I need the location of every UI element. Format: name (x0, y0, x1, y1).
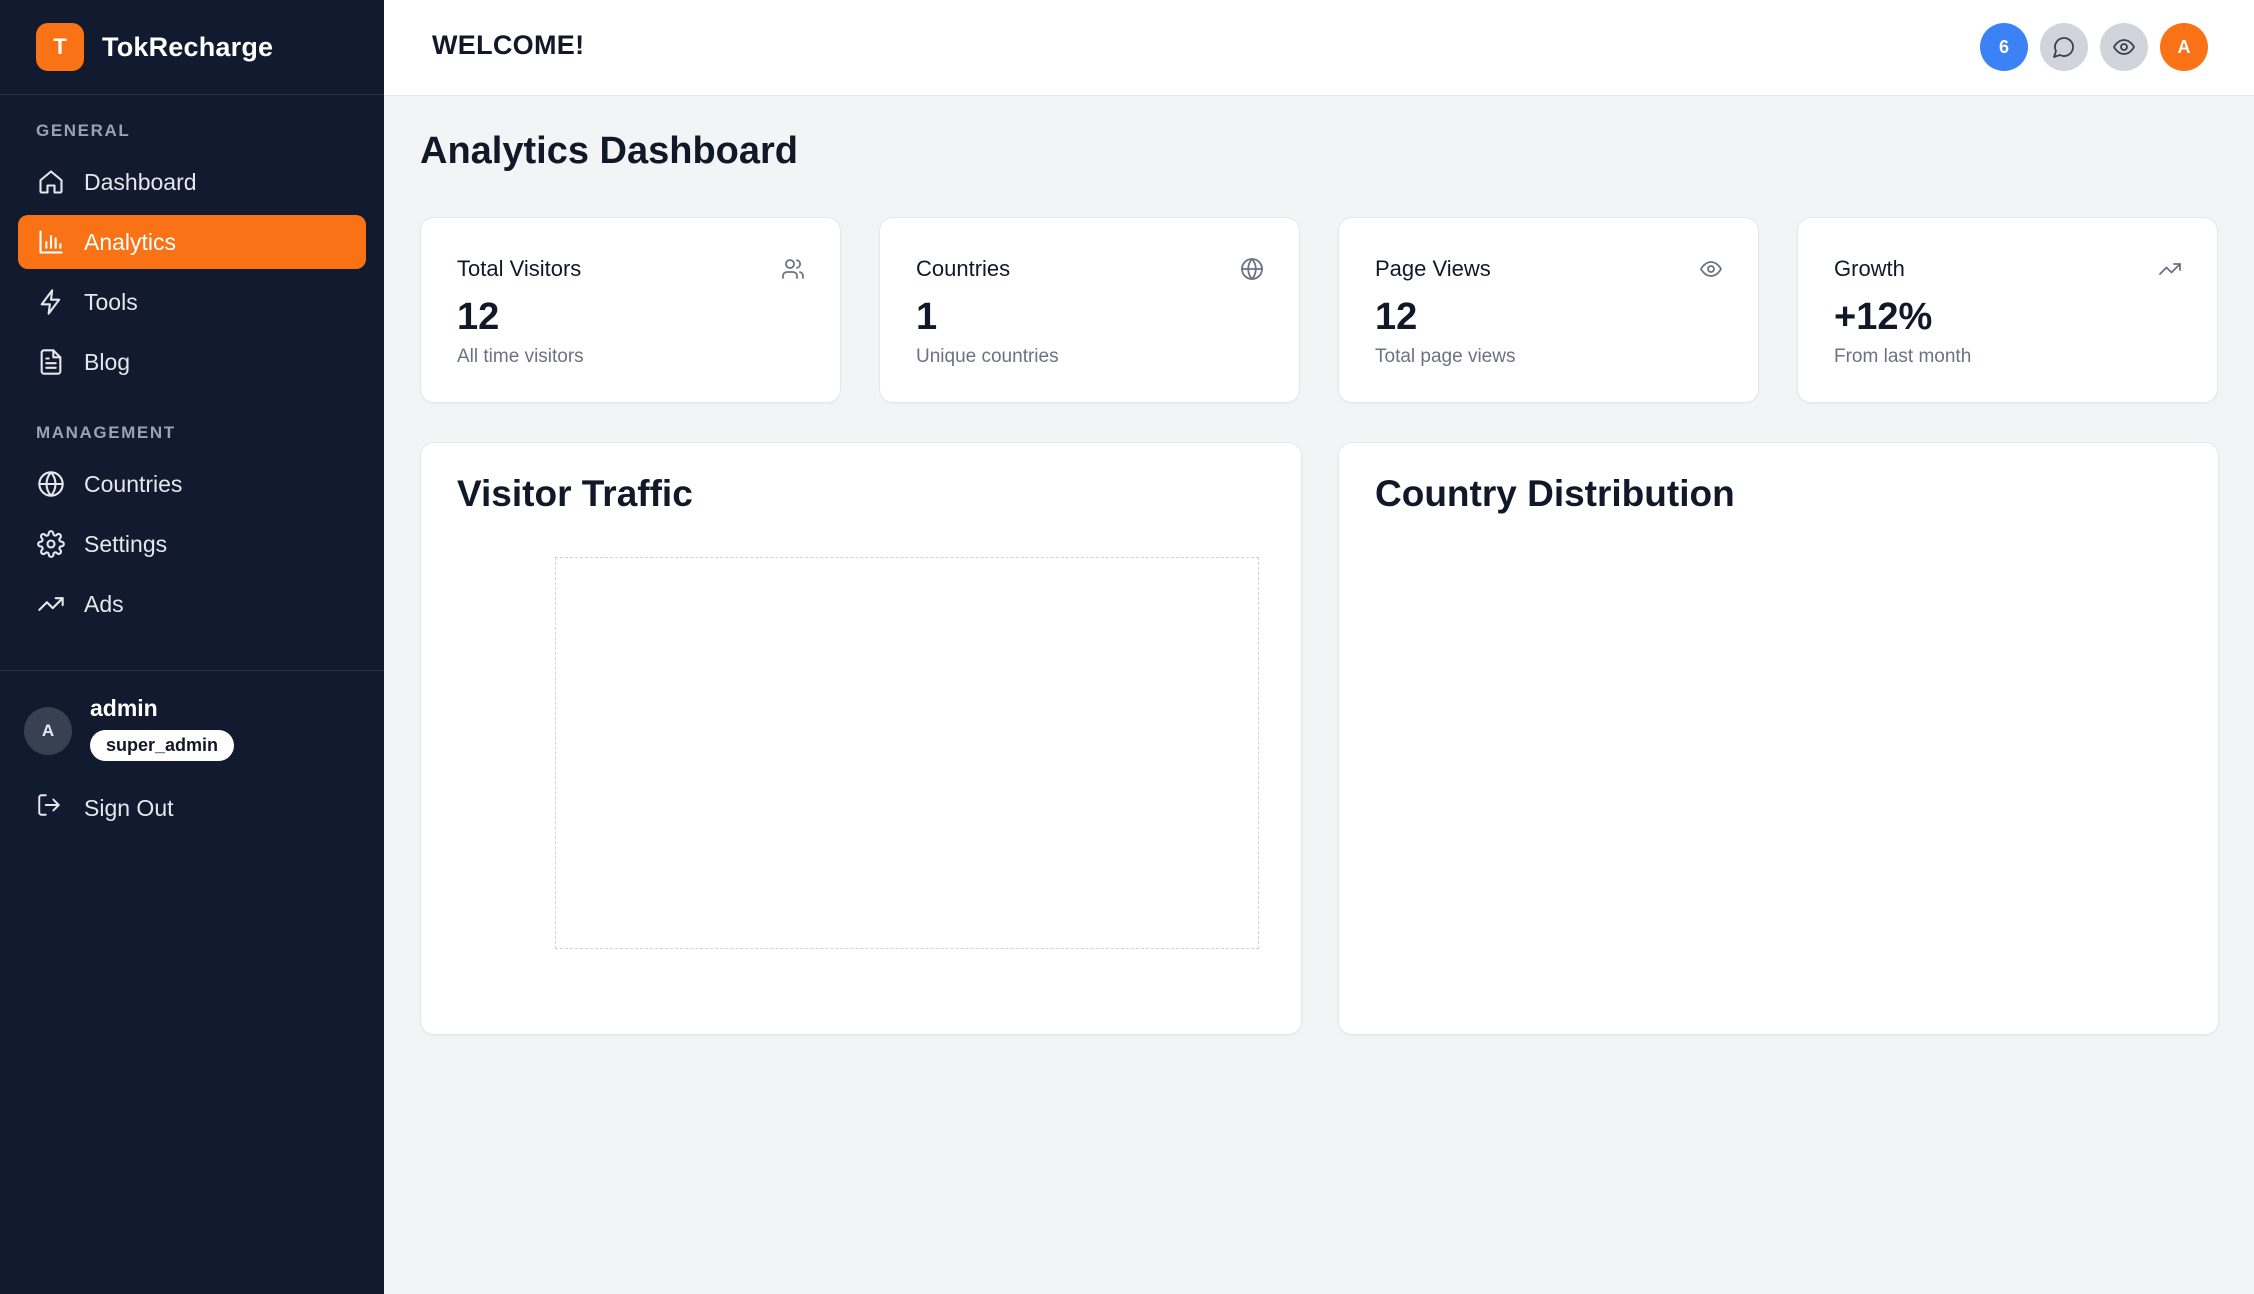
country-distribution-panel: Country Distribution (1338, 442, 2219, 1035)
sidebar-item-label: Blog (84, 348, 131, 375)
home-icon (36, 167, 66, 197)
sidebar-item-settings[interactable]: Settings (18, 517, 366, 571)
stat-value: 12 (457, 296, 500, 338)
eye-icon (1698, 256, 1724, 282)
stat-card-page-views: Page Views 12 Total page views (1338, 217, 1759, 403)
brand-logo[interactable]: T (36, 23, 84, 71)
stat-card-total-visitors: Total Visitors 12 All time visitors (420, 217, 841, 403)
avatar[interactable]: A (24, 707, 72, 755)
eye-icon (2112, 35, 2136, 59)
sign-out-icon (36, 792, 62, 824)
nav-general: Dashboard Analytics Tools Blog (0, 155, 384, 389)
page-title: Analytics Dashboard (420, 130, 798, 172)
sign-out-label: Sign Out (84, 794, 174, 821)
stat-label: Growth (1834, 256, 1905, 281)
user-profile[interactable]: A admin super_admin (24, 695, 235, 761)
stat-label: Countries (916, 256, 1011, 281)
stat-value: 12 (1375, 296, 1418, 338)
stat-value: +12% (1834, 296, 1933, 338)
sidebar-item-dashboard[interactable]: Dashboard (18, 155, 366, 209)
role-badge: super_admin (90, 730, 235, 761)
sidebar-item-label: Countries (84, 470, 183, 497)
messages-button[interactable] (2040, 23, 2088, 71)
stat-subtitle: Total page views (1375, 346, 1516, 367)
panel-title: Country Distribution (1375, 473, 1735, 514)
globe-icon (36, 469, 66, 499)
header-actions: 6 A (1968, 23, 2208, 71)
trending-up-icon (36, 589, 66, 619)
section-label-management: MANAGEMENT (36, 423, 176, 442)
users-icon (780, 256, 806, 282)
top-header: WELCOME! 6 A (384, 0, 2254, 96)
user-info: admin super_admin (90, 695, 235, 761)
visitor-traffic-panel: Visitor Traffic (420, 442, 1302, 1035)
sidebar-item-label: Ads (84, 590, 124, 617)
stat-card-growth: Growth +12% From last month (1797, 217, 2218, 403)
user-avatar-button[interactable]: A (2160, 23, 2208, 71)
chat-icon (2052, 35, 2076, 59)
stat-subtitle: All time visitors (457, 346, 584, 367)
welcome-text: WELCOME! (432, 30, 585, 60)
sidebar-item-countries[interactable]: Countries (18, 457, 366, 511)
sidebar-item-analytics[interactable]: Analytics (18, 215, 366, 269)
view-site-button[interactable] (2100, 23, 2148, 71)
sidebar-item-label: Tools (84, 288, 138, 315)
sidebar-item-tools[interactable]: Tools (18, 275, 366, 329)
globe-icon (1239, 256, 1265, 282)
stat-label: Page Views (1375, 256, 1491, 281)
brand[interactable]: T TokRecharge (0, 0, 384, 95)
stat-label: Total Visitors (457, 256, 582, 281)
nav-management: Countries Settings Ads (0, 457, 384, 631)
gear-icon (36, 529, 66, 559)
sidebar-item-label: Analytics (84, 228, 177, 255)
panel-title: Visitor Traffic (457, 473, 693, 514)
stat-value: 1 (916, 296, 938, 338)
stat-subtitle: Unique countries (916, 346, 1059, 367)
sidebar-divider (0, 670, 384, 671)
stat-subtitle: From last month (1834, 346, 1972, 367)
bar-chart-icon (36, 227, 66, 257)
sidebar-item-ads[interactable]: Ads (18, 577, 366, 631)
sidebar: T TokRecharge GENERAL Dashboard Analytic… (0, 0, 384, 1294)
sidebar-item-label: Dashboard (84, 168, 197, 195)
lightning-icon (36, 287, 66, 317)
section-label-general: GENERAL (36, 121, 131, 140)
sign-out-button[interactable]: Sign Out (36, 790, 174, 826)
brand-name[interactable]: TokRecharge (102, 32, 273, 63)
sidebar-item-blog[interactable]: Blog (18, 335, 366, 389)
user-name: admin (90, 695, 158, 721)
stat-card-countries: Countries 1 Unique countries (879, 217, 1300, 403)
chart-area (555, 557, 1259, 949)
sidebar-item-label: Settings (84, 530, 168, 557)
trending-up-icon (2157, 256, 2183, 282)
document-icon (36, 347, 66, 377)
notification-button[interactable]: 6 (1980, 23, 2028, 71)
